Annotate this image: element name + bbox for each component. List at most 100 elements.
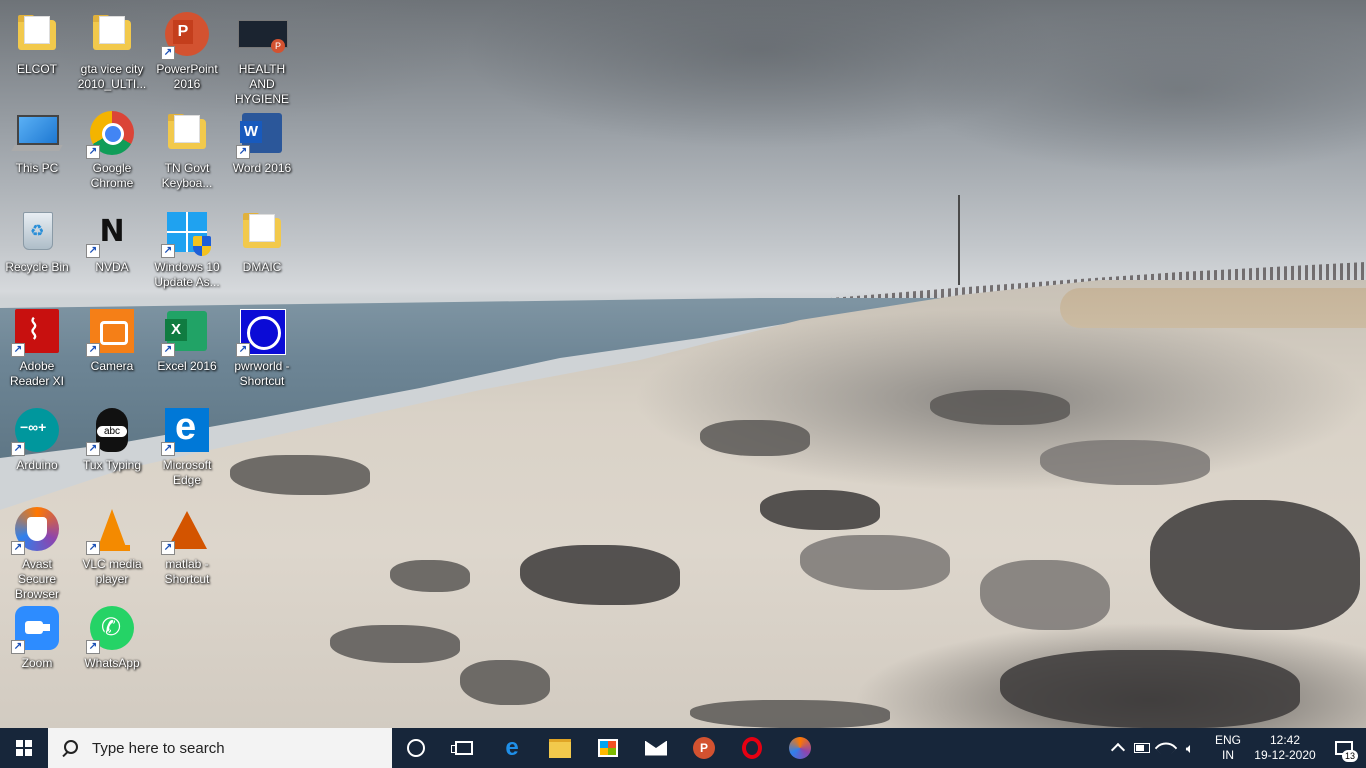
desktop-icon-label: Windows 10 Update As... <box>154 260 220 289</box>
nvda-icon: N ↗ <box>86 208 136 258</box>
desktop-icon-arduino[interactable]: ↗ Arduino <box>0 400 74 496</box>
mail-icon <box>645 740 667 756</box>
desktop-icon-whatsapp[interactable]: ↗ WhatsApp <box>75 598 149 694</box>
desktop-icon-tn-govt-keyboard[interactable]: TN Govt Keyboa... <box>150 103 224 199</box>
desktop-icon-nvda[interactable]: N ↗ NVDA <box>75 202 149 298</box>
rock <box>390 560 470 592</box>
powerpoint-icon: P ↗ <box>161 10 211 60</box>
taskbar-search-box[interactable] <box>48 728 392 768</box>
camera-icon: ↗ <box>86 307 136 357</box>
desktop-icon-label: ELCOT <box>16 62 57 76</box>
rock <box>1150 500 1360 630</box>
shortcut-arrow-icon: ↗ <box>161 244 175 258</box>
computer-icon <box>13 109 61 157</box>
shortcut-arrow-icon: ↗ <box>236 145 250 159</box>
shortcut-arrow-icon: ↗ <box>11 640 25 654</box>
store-icon <box>598 739 618 757</box>
clock-button[interactable]: 12:42 19-12-2020 <box>1248 733 1322 763</box>
rock <box>330 625 460 663</box>
taskbar-avast-browser[interactable] <box>776 728 824 768</box>
language-region: IN <box>1222 748 1234 762</box>
desktop-icon-word[interactable]: W ↗ Word 2016 <box>225 103 299 199</box>
desktop-icon-camera[interactable]: ↗ Camera <box>75 301 149 397</box>
taskbar-store[interactable] <box>584 728 632 768</box>
rock <box>760 490 880 530</box>
desktop-icon-tux-typing[interactable]: ↗ Tux Typing <box>75 400 149 496</box>
desktop-icon-health-and-hygiene[interactable]: P HEALTH AND HYGIENE <box>225 4 299 106</box>
desktop-icon-label: matlab - Shortcut <box>164 557 210 586</box>
cortana-icon <box>407 739 425 757</box>
input-language-button[interactable]: ENG IN <box>1208 733 1248 763</box>
desktop-icon-avast-browser[interactable]: ↗ Avast Secure Browser <box>0 499 74 601</box>
shortcut-arrow-icon: ↗ <box>11 442 25 456</box>
desktop-icon-label: VLC media player <box>82 557 142 586</box>
desktop-icon-google-chrome[interactable]: ↗ Google Chrome <box>75 103 149 199</box>
rock <box>1000 650 1300 728</box>
shortcut-arrow-icon: ↗ <box>86 442 100 456</box>
desktop-icon-microsoft-edge[interactable]: ↗ Microsoft Edge <box>150 400 224 496</box>
notification-count: 13 <box>1341 750 1358 762</box>
desktop-icon-zoom[interactable]: ↗ Zoom <box>0 598 74 694</box>
shortcut-arrow-icon: ↗ <box>11 343 25 357</box>
chrome-icon: ↗ <box>86 109 136 159</box>
desktop-icon-windows-update[interactable]: ↗ Windows 10 Update As... <box>150 202 224 298</box>
desktop-icon-gta-folder[interactable]: gta vice city 2010_ULTI... <box>75 4 149 100</box>
shortcut-arrow-icon: ↗ <box>86 640 100 654</box>
pptx-file-icon: P <box>238 10 288 58</box>
taskbar-file-explorer[interactable] <box>536 728 584 768</box>
language-code: ENG <box>1214 733 1241 747</box>
rock <box>800 535 950 590</box>
desktop-icon-adobe-reader[interactable]: ↗ Adobe Reader XI <box>0 301 74 397</box>
desktop-icon-label: Word 2016 <box>232 161 292 175</box>
wallpaper-pole <box>958 195 960 285</box>
rock <box>690 700 890 728</box>
desktop-icon-vlc[interactable]: ↗ VLC media player <box>75 499 149 595</box>
rock <box>520 545 680 605</box>
cortana-button[interactable] <box>392 728 440 768</box>
desktop-icon-dmaic[interactable]: DMAIC <box>225 202 299 298</box>
desktop-icon-label: pwrworld - Shortcut <box>234 359 290 388</box>
word-icon: W ↗ <box>236 109 286 159</box>
taskbar-powerpoint[interactable]: P <box>680 728 728 768</box>
folder-icon <box>163 109 211 157</box>
rock <box>460 660 550 705</box>
desktop-icon-pwrworld[interactable]: ↗ pwrworld - Shortcut <box>225 301 299 397</box>
desktop-icon-matlab[interactable]: ↗ matlab - Shortcut <box>150 499 224 595</box>
desktop-icon-label: DMAIC <box>242 260 282 274</box>
desktop-icon-label: Arduino <box>16 458 58 472</box>
taskbar-edge[interactable]: e <box>488 728 536 768</box>
desktop-icon-label: Google Chrome <box>90 161 134 190</box>
shortcut-arrow-icon: ↗ <box>11 541 25 555</box>
shortcut-arrow-icon: ↗ <box>86 343 100 357</box>
desktop-icon-elcot[interactable]: ELCOT <box>0 4 74 100</box>
desktop-icon-recycle-bin[interactable]: Recycle Bin <box>0 202 74 298</box>
taskbar-opera[interactable] <box>728 728 776 768</box>
desktop-icon-powerpoint[interactable]: P ↗ PowerPoint 2016 <box>150 4 224 100</box>
start-button[interactable] <box>0 728 48 768</box>
desktop-icon-label: Avast Secure Browser <box>14 557 59 601</box>
task-view-button[interactable] <box>440 728 488 768</box>
volume-button[interactable]: 🔈︎ <box>1178 728 1202 768</box>
taskbar-mail[interactable] <box>632 728 680 768</box>
rock <box>980 560 1110 630</box>
desktop-icon-label: Zoom <box>21 656 53 670</box>
desktop-icon-label: HEALTH AND HYGIENE <box>234 62 289 106</box>
show-hidden-icons-button[interactable] <box>1106 728 1130 768</box>
folder-icon <box>88 10 136 58</box>
shortcut-arrow-icon: ↗ <box>236 343 250 357</box>
search-input[interactable] <box>90 738 374 758</box>
desktop-icon-label: Excel 2016 <box>157 359 217 373</box>
action-center-button[interactable]: 13 <box>1322 728 1366 768</box>
desktop-icon-this-pc[interactable]: This PC <box>0 103 74 199</box>
desktop-icon-excel[interactable]: X ↗ Excel 2016 <box>150 301 224 397</box>
clock-date: 19-12-2020 <box>1254 748 1316 762</box>
whatsapp-icon: ↗ <box>86 604 136 654</box>
adobe-reader-icon: ↗ <box>11 307 61 357</box>
excel-icon: X ↗ <box>161 307 211 357</box>
network-button[interactable] <box>1154 728 1178 768</box>
zoom-icon: ↗ <box>11 604 61 654</box>
battery-button[interactable] <box>1130 728 1154 768</box>
shortcut-arrow-icon: ↗ <box>161 46 175 60</box>
desktop-icon-label: Adobe Reader XI <box>9 359 65 388</box>
rock <box>700 420 810 456</box>
